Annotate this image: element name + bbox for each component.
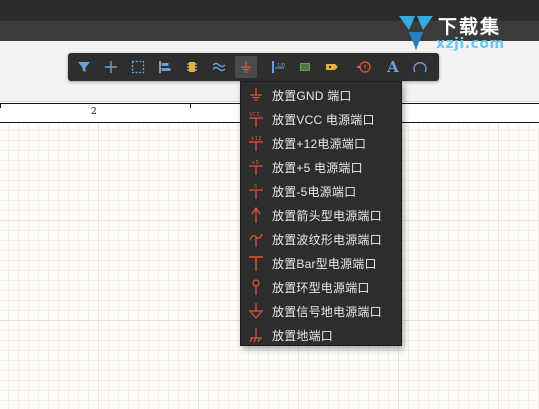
power-port-menu: 放置GND 端口 VCC 放置VCC 电源端口 +12 放置+12电源端口 +5… <box>240 81 402 346</box>
menu-item-label: 放置箭头型电源端口 <box>272 208 382 223</box>
harness-button[interactable] <box>294 56 316 78</box>
ruler-zone-label: 2 <box>91 107 97 117</box>
menu-item-plus5-port[interactable]: +5 放置+5 电源端口 <box>241 155 401 179</box>
text-icon: A <box>387 57 399 76</box>
svg-text:1/0: 1/0 <box>277 63 285 69</box>
power-port-button[interactable] <box>235 56 257 78</box>
align-button[interactable] <box>154 56 176 78</box>
directive-icon <box>357 61 371 73</box>
menu-item-earth-ground-port[interactable]: 放置地端口 <box>241 323 401 347</box>
menu-item-vcc-port[interactable]: VCC 放置VCC 电源端口 <box>241 107 401 131</box>
power-port-icon <box>241 61 251 73</box>
arc-button[interactable] <box>409 56 431 78</box>
menu-item-signal-ground-port[interactable]: 放置信号地电源端口 <box>241 299 401 323</box>
minus5-power-icon: -5 <box>249 184 263 199</box>
minus5-icon-text: -5 <box>252 184 258 190</box>
plus5-icon-text: +5 <box>251 160 260 166</box>
menu-item-label: 放置+12电源端口 <box>272 136 367 151</box>
vcc-icon-text: VCC <box>249 112 261 118</box>
watermark-title: 下载集 <box>438 16 502 38</box>
plus5-power-icon: +5 <box>249 160 263 175</box>
earth-ground-icon <box>249 328 262 343</box>
net-label-icon <box>326 64 338 70</box>
align-icon <box>159 61 171 73</box>
menu-item-bar-port[interactable]: 放置Bar型电源端口 <box>241 251 401 275</box>
arc-icon <box>413 62 427 73</box>
menu-item-label: 放置-5电源端口 <box>272 184 357 199</box>
site-watermark: 下载集 xzji.com <box>396 8 526 56</box>
active-bar-toolbar: 1/0 A <box>68 53 439 81</box>
harness-icon <box>300 63 310 71</box>
plus12-power-icon: +12 <box>249 136 263 151</box>
crosshair-icon <box>105 61 117 73</box>
arrow-power-icon <box>251 206 261 223</box>
directive-button[interactable] <box>353 56 375 78</box>
bus-icon: 1/0 <box>272 61 285 73</box>
menu-item-label: 放置GND 端口 <box>272 88 352 103</box>
ruler-tick <box>190 104 191 108</box>
menu-item-arrow-port[interactable]: 放置箭头型电源端口 <box>241 203 401 227</box>
menu-item-minus5-port[interactable]: -5 放置-5电源端口 <box>241 179 401 203</box>
watermark-url: xzji.com <box>436 36 505 52</box>
plus12-icon-text: +12 <box>250 136 262 142</box>
bar-power-icon <box>249 256 263 271</box>
menu-item-label: 放置环型电源端口 <box>272 280 370 295</box>
menu-item-label: 放置VCC 电源端口 <box>272 112 375 127</box>
wave-power-icon <box>249 233 263 247</box>
vcc-power-icon: VCC <box>249 112 263 127</box>
ruler-tick <box>0 104 1 108</box>
menu-item-label: 放置信号地电源端口 <box>272 304 382 319</box>
wire-button[interactable] <box>208 56 230 78</box>
crosshair-button[interactable] <box>100 56 122 78</box>
watermark-logo-icon <box>399 16 433 50</box>
filter-button[interactable] <box>73 56 95 78</box>
menu-item-label: 放置地端口 <box>272 328 334 343</box>
menu-item-label: 放置+5 电源端口 <box>272 160 363 175</box>
select-rect-icon <box>131 60 145 74</box>
signal-ground-icon <box>248 303 264 319</box>
menu-item-label: 放置Bar型电源端口 <box>272 256 377 271</box>
menu-item-label: 放置波纹形电源端口 <box>272 232 382 247</box>
menu-item-gnd-port[interactable]: 放置GND 端口 <box>241 83 401 107</box>
net-label-button[interactable] <box>321 56 343 78</box>
component-button[interactable] <box>181 56 203 78</box>
menu-item-plus12-port[interactable]: +12 放置+12电源端口 <box>241 131 401 155</box>
gnd-power-icon <box>250 88 262 101</box>
filter-icon <box>78 62 90 72</box>
text-button[interactable]: A <box>382 56 404 78</box>
component-icon <box>187 62 197 72</box>
wire-icon <box>212 62 226 72</box>
circle-power-icon <box>252 279 260 295</box>
bus-button[interactable]: 1/0 <box>267 56 289 78</box>
menu-item-circle-port[interactable]: 放置环型电源端口 <box>241 275 401 299</box>
menu-item-wave-port[interactable]: 放置波纹形电源端口 <box>241 227 401 251</box>
select-rect-button[interactable] <box>127 56 149 78</box>
